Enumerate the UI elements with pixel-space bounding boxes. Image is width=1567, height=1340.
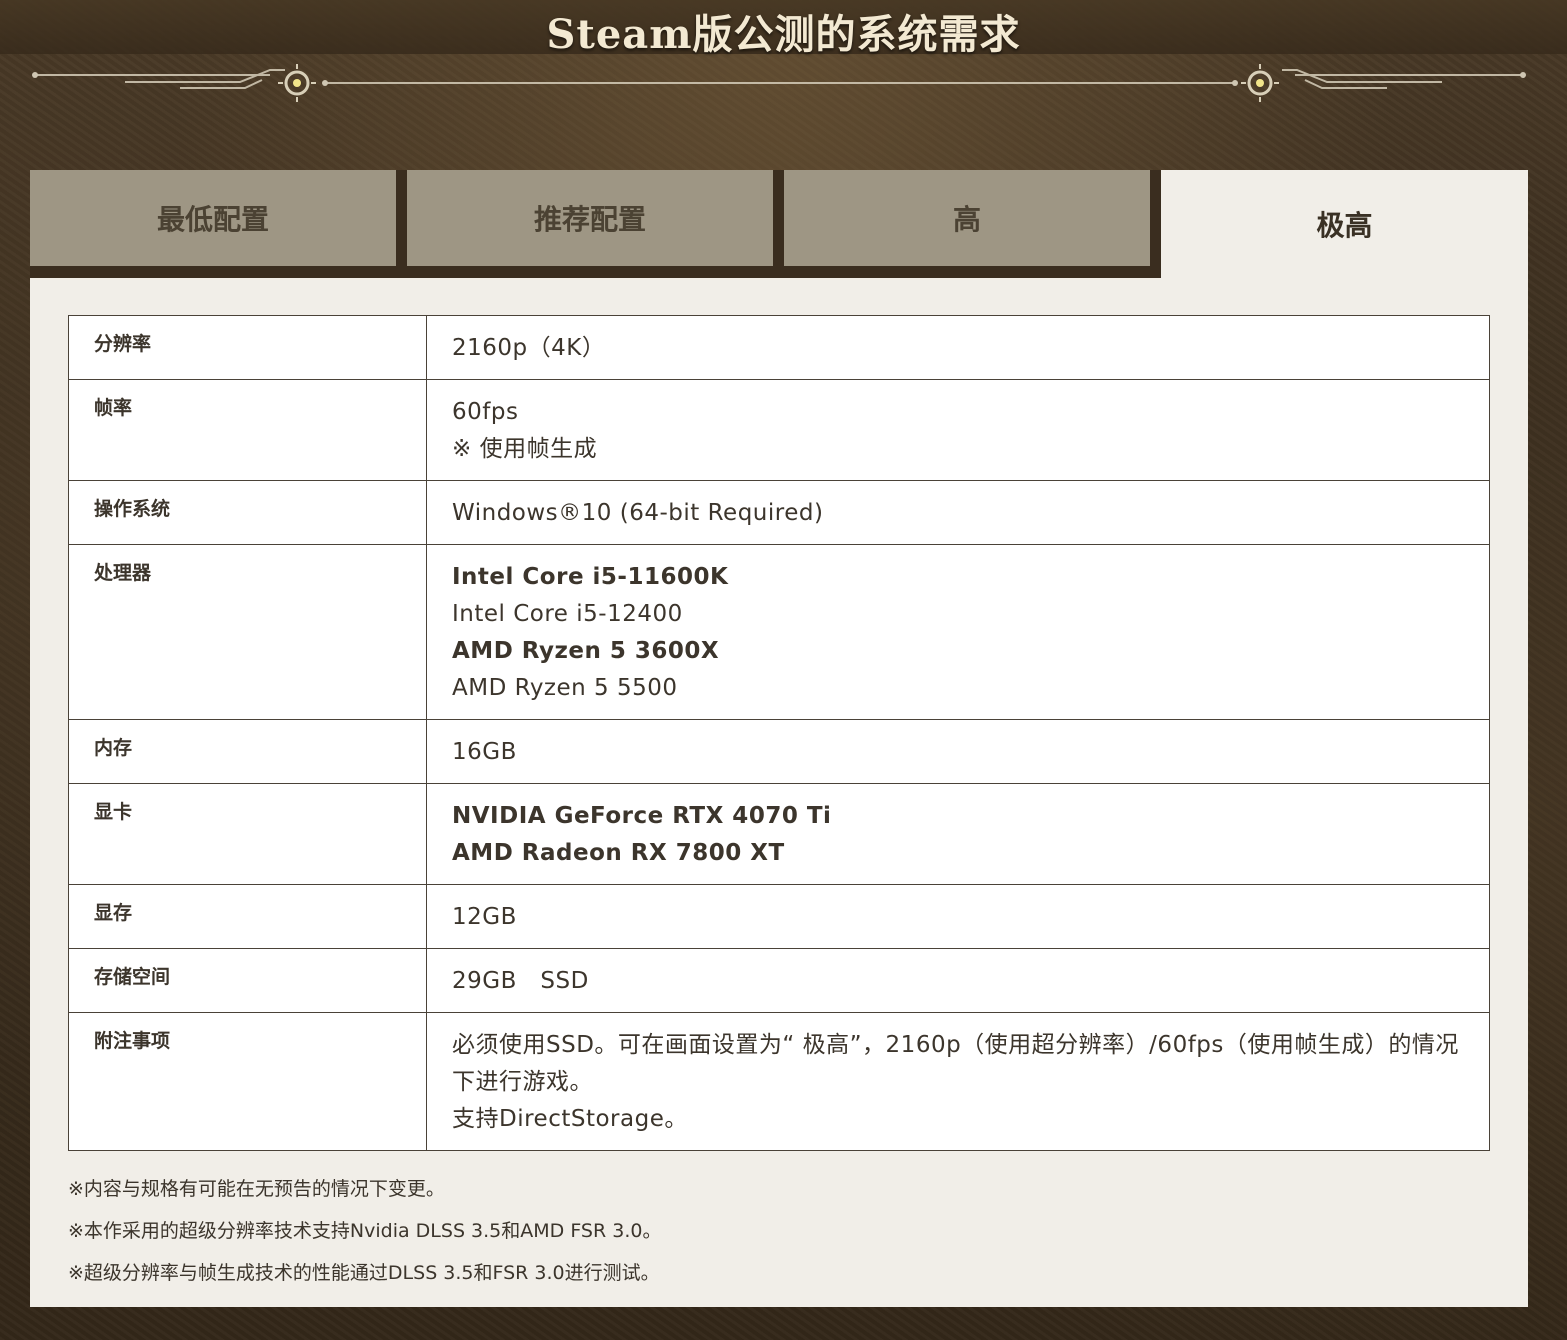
tab-high[interactable]: 高 [784, 170, 1150, 266]
row-value: Windows®10 (64-bit Required) [426, 480, 1490, 545]
table-row-memory: 内存 16GB [68, 719, 1490, 784]
row-value: Intel Core i5-11600K Intel Core i5-12400… [426, 544, 1490, 720]
value-line: Windows®10 (64-bit Required) [452, 500, 824, 526]
row-label: 显存 [68, 884, 427, 949]
row-label: 附注事项 [68, 1012, 427, 1151]
row-value: 必须使用SSD。可在画面设置为“ 极高”，2160p（使用超分辨率）/60fps… [426, 1012, 1490, 1151]
value-line: AMD Radeon RX 7800 XT [452, 840, 785, 866]
value-line: Intel Core i5-12400 [452, 601, 683, 627]
table-row-storage: 存储空间 29GB SSD [68, 948, 1490, 1013]
table-row-os: 操作系统 Windows®10 (64-bit Required) [68, 480, 1490, 545]
row-label: 处理器 [68, 544, 427, 720]
row-value: NVIDIA GeForce RTX 4070 Ti AMD Radeon RX… [426, 783, 1490, 885]
footnote: ※内容与规格有可能在无预告的情况下变更。 [68, 1178, 445, 1200]
row-label: 分辨率 [68, 315, 427, 380]
table-row-resolution: 分辨率 2160p（4K） [68, 315, 1490, 380]
spec-tabs: 最低配置 推荐配置 高 极高 [30, 170, 1528, 278]
row-value: 12GB [426, 884, 1490, 949]
footnote: ※本作采用的超级分辨率技术支持Nvidia DLSS 3.5和AMD FSR 3… [68, 1220, 662, 1242]
table-row-vram: 显存 12GB [68, 884, 1490, 949]
row-value: 60fps ※ 使用帧生成 [426, 379, 1490, 481]
value-line: 必须使用SSD。可在画面设置为“ 极高”，2160p（使用超分辨率）/60fps… [452, 1032, 1459, 1095]
spec-panel: 分辨率 2160p（4K） 帧率 60fps ※ 使用帧生成 操作系统 Wind… [30, 278, 1528, 1307]
footnotes: ※内容与规格有可能在无预告的情况下变更。 ※本作采用的超级分辨率技术支持Nvid… [68, 1168, 661, 1294]
row-value: 2160p（4K） [426, 315, 1490, 380]
row-label: 内存 [68, 719, 427, 784]
tab-recommended[interactable]: 推荐配置 [407, 170, 773, 266]
value-line: NVIDIA GeForce RTX 4070 Ti [452, 803, 832, 829]
footnote: ※超级分辨率与帧生成技术的性能通过DLSS 3.5和FSR 3.0进行测试。 [68, 1262, 660, 1284]
value-line: Intel Core i5-11600K [452, 564, 729, 590]
value-line: 29GB SSD [452, 968, 589, 994]
row-value: 16GB [426, 719, 1490, 784]
table-row-gpu: 显卡 NVIDIA GeForce RTX 4070 Ti AMD Radeon… [68, 783, 1490, 885]
row-label: 操作系统 [68, 480, 427, 545]
value-line: 12GB [452, 904, 517, 930]
tab-minimum[interactable]: 最低配置 [30, 170, 396, 266]
table-row-cpu: 处理器 Intel Core i5-11600K Intel Core i5-1… [68, 544, 1490, 720]
ornament-divider [32, 64, 1526, 102]
row-value: 29GB SSD [426, 948, 1490, 1013]
value-line: AMD Ryzen 5 5500 [452, 675, 678, 701]
value-line: ※ 使用帧生成 [452, 436, 598, 462]
table-row-notes: 附注事项 必须使用SSD。可在画面设置为“ 极高”，2160p（使用超分辨率）/… [68, 1012, 1490, 1151]
row-label: 存储空间 [68, 948, 427, 1013]
table-row-framerate: 帧率 60fps ※ 使用帧生成 [68, 379, 1490, 481]
tab-ultra[interactable]: 极高 [1161, 170, 1528, 278]
value-line: AMD Ryzen 5 3600X [452, 638, 720, 664]
row-label: 帧率 [68, 379, 427, 481]
spec-table: 分辨率 2160p（4K） 帧率 60fps ※ 使用帧生成 操作系统 Wind… [68, 315, 1490, 1151]
value-line: 16GB [452, 739, 517, 765]
ornament-emblem-right [1241, 64, 1279, 102]
value-line: 2160p（4K） [452, 335, 606, 361]
row-label: 显卡 [68, 783, 427, 885]
value-line: 60fps [452, 399, 519, 425]
value-line: 支持DirectStorage。 [452, 1106, 688, 1132]
